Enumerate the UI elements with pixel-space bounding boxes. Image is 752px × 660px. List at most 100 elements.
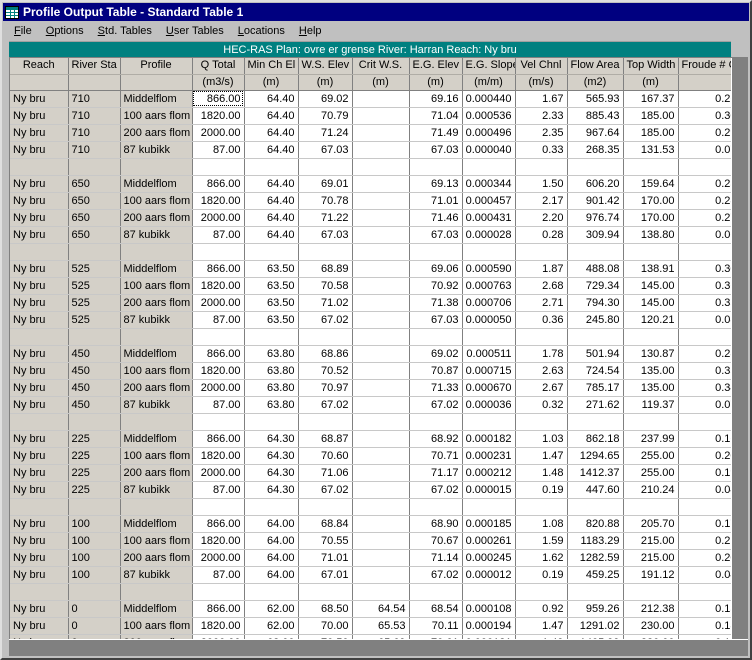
cell-topwidth[interactable]: 131.53: [623, 141, 679, 159]
cell-flowarea[interactable]: 1294.65: [567, 447, 624, 465]
cell-minch[interactable]: 64.40: [244, 192, 299, 210]
cell-profile[interactable]: 100 aars flom: [120, 277, 193, 295]
cell-wselev[interactable]: 67.01: [298, 566, 353, 584]
cell-froude[interactable]: 0.28: [678, 192, 731, 210]
cell-profile[interactable]: 200 aars flom: [120, 549, 193, 567]
cell-qtotal[interactable]: 1820.00: [192, 447, 245, 465]
cell-egelev[interactable]: 69.13: [409, 175, 463, 193]
cell-flowarea[interactable]: 959.26: [567, 600, 624, 618]
cell-egslope[interactable]: 0.000182: [462, 430, 516, 448]
cell-topwidth[interactable]: 255.00: [623, 447, 679, 465]
cell-reach[interactable]: Ny bru: [10, 311, 69, 329]
cell-topwidth[interactable]: 215.00: [623, 549, 679, 567]
cell-flowarea[interactable]: 862.18: [567, 430, 624, 448]
cell-sta[interactable]: 225: [68, 447, 121, 465]
cell-minch[interactable]: 63.50: [244, 294, 299, 312]
cell-minch[interactable]: 63.80: [244, 396, 299, 414]
cell-topwidth[interactable]: 130.87: [623, 345, 679, 363]
cell-sta[interactable]: 650: [68, 192, 121, 210]
cell-velchnl[interactable]: 1.03: [515, 430, 568, 448]
cell-profile[interactable]: 87 kubikk: [120, 396, 193, 414]
cell-qtotal[interactable]: 1820.00: [192, 192, 245, 210]
cell-minch[interactable]: 64.30: [244, 481, 299, 499]
cell-froude[interactable]: 0.16: [678, 430, 731, 448]
cell-velchnl[interactable]: 0.33: [515, 141, 568, 159]
cell-froude[interactable]: 0.30: [678, 107, 731, 125]
cell-sta[interactable]: 0: [68, 600, 121, 618]
table-row[interactable]: Ny bru 710 100 aars flom 1820.00 64.40 70.79 …: [10, 107, 731, 125]
cell-sta[interactable]: 450: [68, 345, 121, 363]
cell-reach[interactable]: Ny bru: [10, 464, 69, 482]
table-row[interactable]: Ny bru 100 87 kubikk 87.00 64.00 67.01 67.02 0…: [10, 566, 731, 584]
cell-egslope[interactable]: 0.000440: [462, 90, 516, 108]
cell-critws[interactable]: [352, 549, 410, 567]
cell-velchnl[interactable]: 1.47: [515, 447, 568, 465]
cell-qtotal[interactable]: 1820.00: [192, 107, 245, 125]
cell-profile[interactable]: Middelflom: [120, 260, 193, 278]
cell-wselev[interactable]: 67.02: [298, 396, 353, 414]
cell-sta[interactable]: 225: [68, 481, 121, 499]
cell-reach[interactable]: Ny bru: [10, 396, 69, 414]
cell-sta[interactable]: 450: [68, 396, 121, 414]
cell-egelev[interactable]: 68.90: [409, 515, 463, 533]
cell-sta[interactable]: 450: [68, 379, 121, 397]
cell-reach[interactable]: Ny bru: [10, 379, 69, 397]
cell-minch[interactable]: 62.00: [244, 600, 299, 618]
cell-minch[interactable]: 64.30: [244, 447, 299, 465]
cell-reach[interactable]: Ny bru: [10, 600, 69, 618]
cell-froude[interactable]: 0.36: [678, 277, 731, 295]
cell-critws[interactable]: [352, 481, 410, 499]
table-row[interactable]: Ny bru 100 200 aars flom 2000.00 64.00 71.01 …: [10, 549, 731, 567]
cell-reach[interactable]: Ny bru: [10, 226, 69, 244]
cell-velchnl[interactable]: 1.87: [515, 260, 568, 278]
cell-egelev[interactable]: 68.92: [409, 430, 463, 448]
cell-topwidth[interactable]: 210.24: [623, 481, 679, 499]
cell-froude[interactable]: 0.29: [678, 124, 731, 142]
cell-wselev[interactable]: 68.84: [298, 515, 353, 533]
cell-velchnl[interactable]: 0.28: [515, 226, 568, 244]
cell-reach[interactable]: Ny bru: [10, 294, 69, 312]
cell-qtotal[interactable]: 1820.00: [192, 532, 245, 550]
cell-profile[interactable]: Middelflom: [120, 430, 193, 448]
cell-velchnl[interactable]: 2.68: [515, 277, 568, 295]
cell-minch[interactable]: 64.40: [244, 209, 299, 227]
cell-profile[interactable]: 200 aars flom: [120, 379, 193, 397]
column-header-sta[interactable]: River Sta: [68, 58, 121, 75]
cell-qtotal[interactable]: 87.00: [192, 566, 245, 584]
cell-flowarea[interactable]: 447.60: [567, 481, 624, 499]
cell-wselev[interactable]: 70.60: [298, 447, 353, 465]
cell-froude[interactable]: 0.28: [678, 345, 731, 363]
cell-egelev[interactable]: 71.04: [409, 107, 463, 125]
cell-sta[interactable]: 100: [68, 532, 121, 550]
cell-profile[interactable]: Middelflom: [120, 90, 193, 108]
cell-egelev[interactable]: 70.11: [409, 617, 463, 635]
cell-minch[interactable]: 64.40: [244, 124, 299, 142]
cell-profile[interactable]: 200 aars flom: [120, 294, 193, 312]
cell-critws[interactable]: [352, 226, 410, 244]
cell-qtotal[interactable]: 2000.00: [192, 379, 245, 397]
cell-profile[interactable]: 100 aars flom: [120, 447, 193, 465]
cell-minch[interactable]: 64.40: [244, 90, 299, 108]
cell-reach[interactable]: Ny bru: [10, 209, 69, 227]
cell-velchnl[interactable]: 2.63: [515, 362, 568, 380]
cell-critws[interactable]: [352, 260, 410, 278]
cell-velchnl[interactable]: 1.50: [515, 175, 568, 193]
cell-minch[interactable]: 64.00: [244, 566, 299, 584]
cell-reach[interactable]: Ny bru: [10, 345, 69, 363]
cell-froude[interactable]: 0.17: [678, 515, 731, 533]
cell-wselev[interactable]: 67.03: [298, 141, 353, 159]
cell-froude[interactable]: 0.30: [678, 260, 731, 278]
cell-velchnl[interactable]: 1.48: [515, 464, 568, 482]
cell-wselev[interactable]: 69.02: [298, 90, 353, 108]
cell-critws[interactable]: [352, 362, 410, 380]
cell-topwidth[interactable]: 185.00: [623, 124, 679, 142]
cell-minch[interactable]: 64.30: [244, 464, 299, 482]
cell-minch[interactable]: 64.30: [244, 430, 299, 448]
cell-froude[interactable]: 0.35: [678, 362, 731, 380]
cell-egslope[interactable]: 0.000185: [462, 515, 516, 533]
cell-egslope[interactable]: 0.000457: [462, 192, 516, 210]
table-row[interactable]: Ny bru 525 100 aars flom 1820.00 63.50 70.58 …: [10, 277, 731, 295]
cell-wselev[interactable]: 71.22: [298, 209, 353, 227]
cell-flowarea[interactable]: 901.42: [567, 192, 624, 210]
cell-wselev[interactable]: 70.00: [298, 617, 353, 635]
